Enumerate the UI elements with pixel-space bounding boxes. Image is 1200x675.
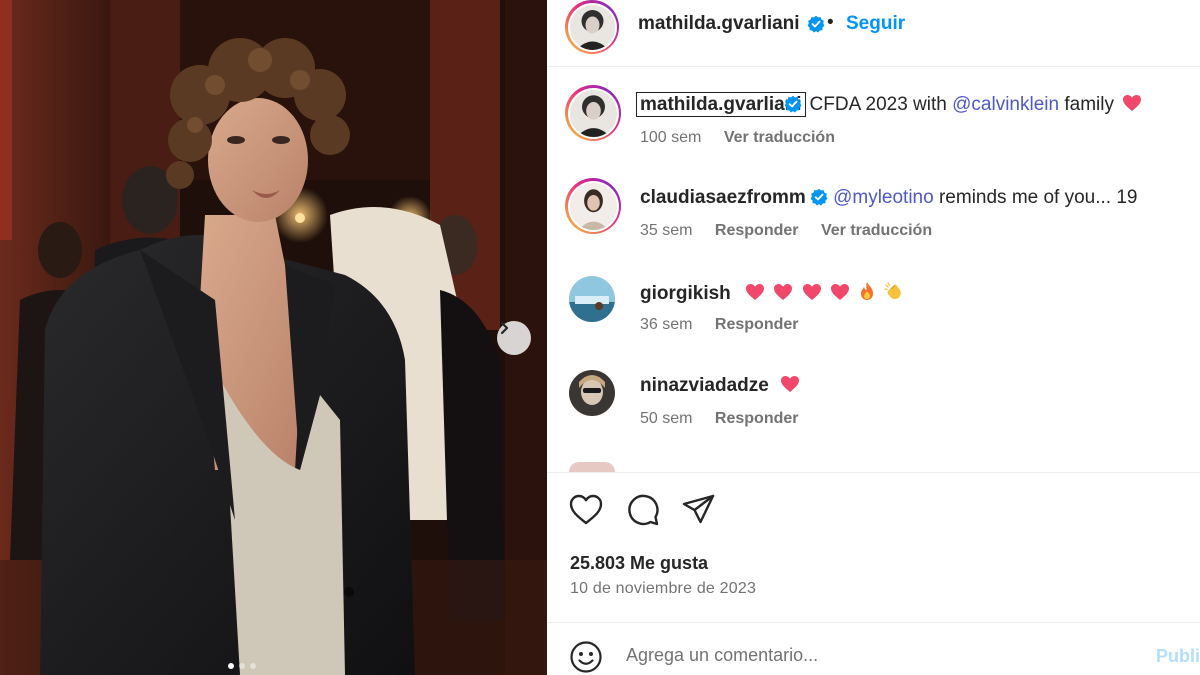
header-separator: • [827,12,834,33]
carousel-dot [239,663,245,669]
avatar-image [569,276,615,322]
clapping-hands-emoji-icon [884,282,902,300]
next-photo-button[interactable] [497,321,531,355]
comment-text: giorgikish [640,281,904,305]
comment-button[interactable] [626,493,660,532]
comment-avatar[interactable] [569,370,615,416]
fire-emoji-icon [861,282,874,300]
comment-time: 36 sem [640,316,693,333]
avatar-image [569,182,617,230]
publish-button[interactable]: Publi [1156,646,1200,667]
comment-input[interactable] [626,645,1146,666]
author-username[interactable]: mathilda.gvarliani [638,13,800,35]
caption-meta: 100 sem Ver traducción [640,129,853,147]
chevron-right-icon [500,321,509,335]
comment-icon [628,494,659,526]
heart-icon [569,494,603,525]
avatar-image [569,89,617,137]
comment-mention[interactable]: @myleotino [833,187,934,208]
author-avatar[interactable] [565,0,619,54]
translate-button[interactable]: Ver traducción [821,222,932,239]
photo-illustration [0,0,547,675]
heart-emoji-icon [1123,95,1142,111]
comment-time: 35 sem [640,222,693,239]
red-heart-emoji-icon [774,284,793,300]
smiley-icon [570,641,602,673]
caption-username[interactable]: mathilda.gvarliani [636,92,806,117]
emoji-row [742,282,904,304]
caption-body: CFDA 2023 with [809,94,953,115]
red-heart-emoji-icon [830,284,849,300]
post-photo[interactable] [0,0,547,675]
caption-text: mathilda.gvarliani CFDA 2023 with @calvi… [636,92,1142,117]
comment-text: claudiasaezfromm @myleotino reminds me o… [640,187,1138,209]
comment-body: reminds me of you... 19 [933,187,1138,208]
comment-meta: 50 sem Responder [640,410,817,428]
verified-badge-icon [784,95,801,113]
comment-time: 50 sem [640,410,693,427]
comment-meta: 36 sem Responder [640,316,817,334]
carousel-dot [228,663,234,669]
caption-body-end: family [1059,94,1114,115]
caption-mention[interactable]: @calvinklein [952,94,1059,115]
verified-badge-icon [807,15,825,33]
comment-avatar[interactable] [569,276,615,322]
reply-button[interactable]: Responder [715,222,799,239]
reply-button[interactable]: Responder [715,410,799,427]
emoji-picker-button[interactable] [569,640,603,675]
red-heart-emoji-icon [746,284,765,300]
red-heart-emoji-icon [781,376,800,392]
carousel-dot [250,663,256,669]
comment-meta: 35 sem Responder Ver traducción [640,222,950,240]
divider [547,622,1200,623]
comment-text: ninazviadadze [640,375,800,397]
comment-username[interactable]: giorgikish [640,283,731,304]
caption-time: 100 sem [640,129,702,146]
avatar-image [569,370,615,416]
verified-badge-icon [810,188,828,206]
divider [547,472,1200,473]
avatar-image [569,4,615,50]
post-header: mathilda.gvarliani • Seguir [547,0,1200,67]
follow-button[interactable]: Seguir [846,13,905,35]
comment-username[interactable]: claudiasaezfromm [640,187,806,208]
red-heart-emoji-icon [802,284,821,300]
reply-button[interactable]: Responder [715,316,799,333]
carousel-indicator [228,663,256,669]
caption-avatar[interactable] [565,85,621,141]
post-date: 10 de noviembre de 2023 [570,580,757,597]
share-button[interactable] [682,494,716,531]
like-button[interactable] [569,494,603,531]
caption-translate-button[interactable]: Ver traducción [724,129,835,146]
clipped-comment-avatar [569,462,615,472]
comment-avatar[interactable] [565,178,621,234]
share-icon [682,494,715,524]
like-count[interactable]: 25.803 Me gusta [570,553,708,574]
post-side-panel: mathilda.gvarliani • Seguir mathilda.gva… [547,0,1200,675]
comment-username[interactable]: ninazviadadze [640,375,769,396]
